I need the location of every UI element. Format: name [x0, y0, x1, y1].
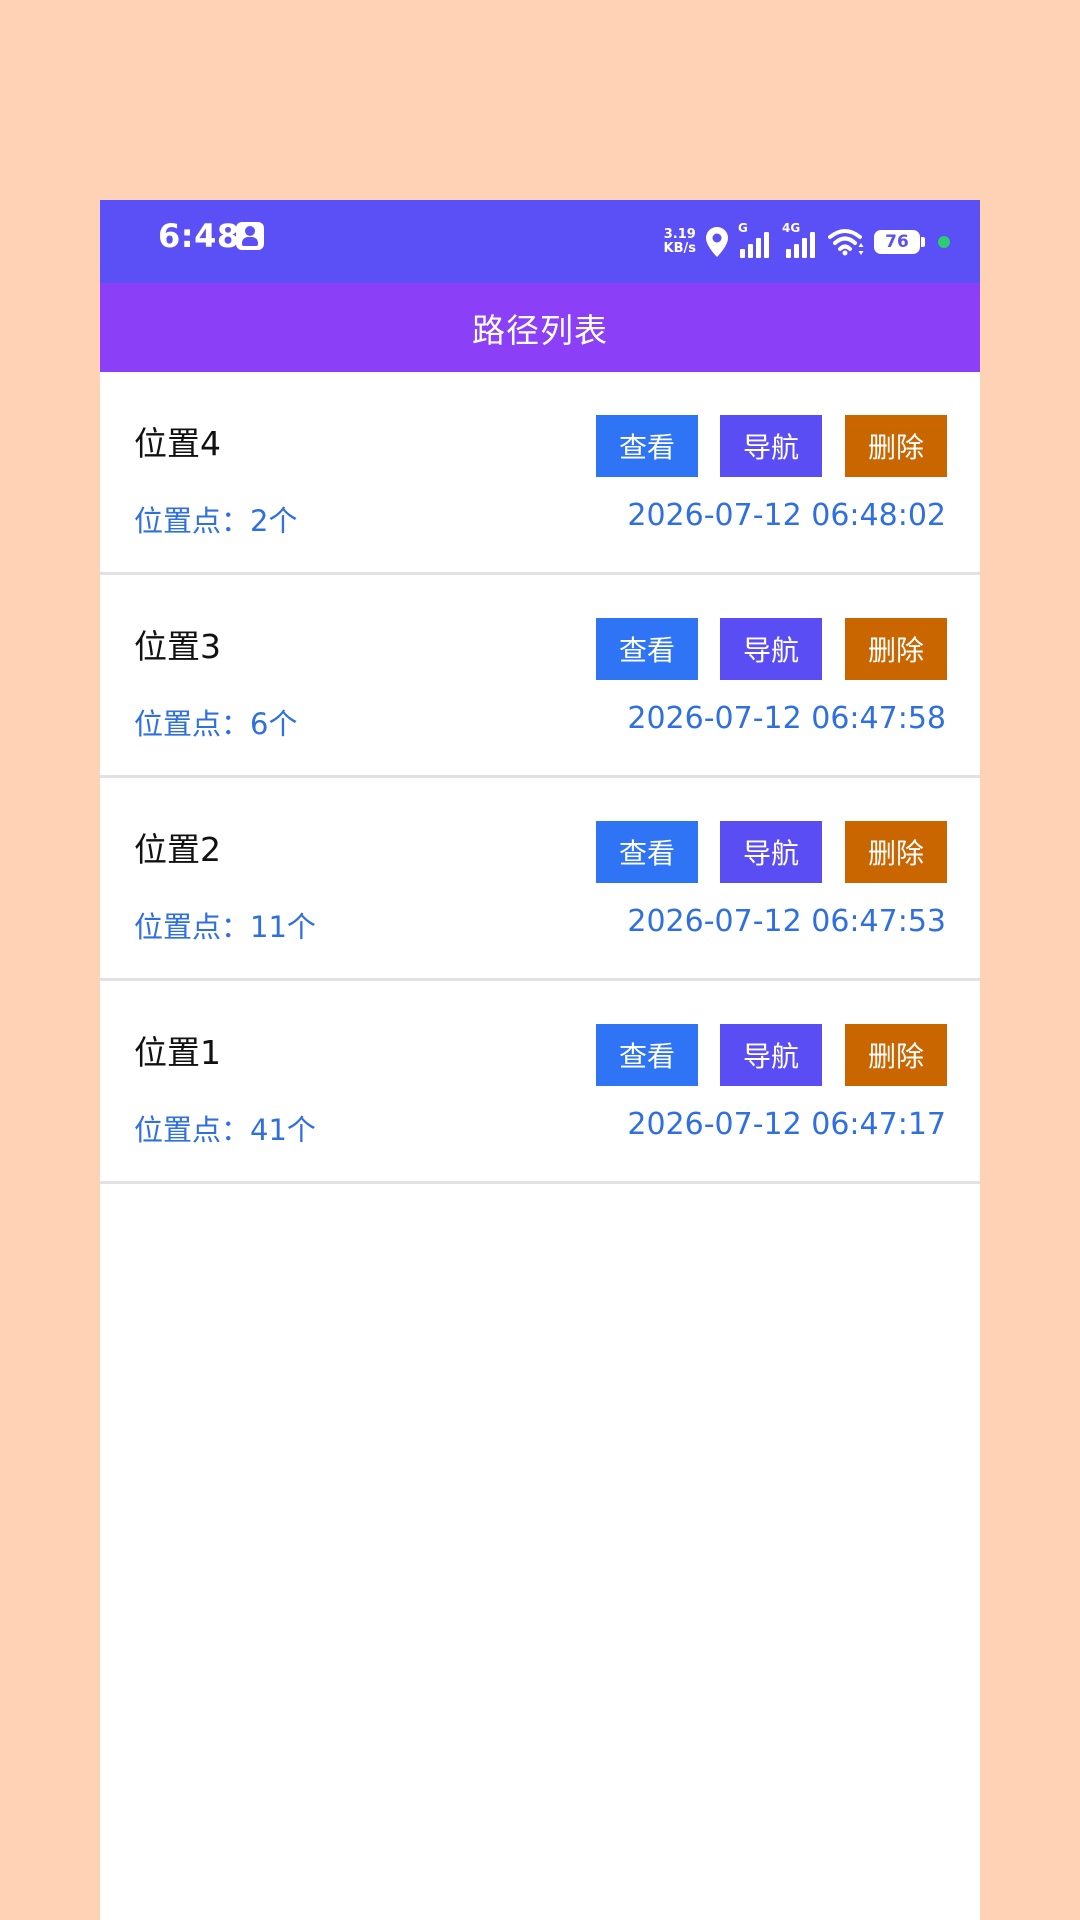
sim1-signal: G — [738, 221, 774, 259]
signal-bars-icon — [786, 232, 815, 258]
network-speed: 3.19 KB/s — [664, 228, 696, 256]
route-name: 位置2 — [134, 830, 221, 869]
route-timestamp: 2026-07-12 06:47:17 — [627, 1107, 946, 1142]
route-name: 位置3 — [134, 627, 221, 666]
sim1-network-type: G — [738, 221, 748, 235]
status-bar: 6:48 3.19 KB/s G 4G 76 — [100, 200, 980, 283]
navigate-button[interactable]: 导航 — [720, 415, 822, 477]
navigate-button[interactable]: 导航 — [720, 618, 822, 680]
view-button[interactable]: 查看 — [596, 415, 698, 477]
app-bar: 路径列表 — [100, 283, 980, 372]
route-item: 位置4 查看 导航 删除 位置点：2个 2026-07-12 06:48:02 — [100, 372, 980, 575]
page-title: 路径列表 — [472, 310, 608, 350]
status-time: 6:48 — [158, 217, 240, 255]
network-speed-value: 3.19 — [663, 227, 696, 242]
route-timestamp: 2026-07-12 06:47:58 — [627, 701, 946, 736]
view-button[interactable]: 查看 — [596, 1024, 698, 1086]
location-icon — [706, 227, 728, 257]
route-point-count: 位置点：2个 — [134, 504, 298, 538]
route-name: 位置1 — [134, 1033, 221, 1072]
delete-button[interactable]: 删除 — [845, 1024, 947, 1086]
wifi-icon — [828, 229, 864, 256]
route-timestamp: 2026-07-12 06:47:53 — [627, 904, 946, 939]
route-item: 位置2 查看 导航 删除 位置点：11个 2026-07-12 06:47:53 — [100, 778, 980, 981]
view-button[interactable]: 查看 — [596, 618, 698, 680]
sim2-network-type: 4G — [782, 221, 801, 235]
status-indicators: 3.19 KB/s G 4G 76 — [664, 218, 950, 266]
delete-button[interactable]: 删除 — [845, 415, 947, 477]
route-timestamp: 2026-07-12 06:48:02 — [627, 498, 946, 533]
sim2-signal: 4G — [782, 221, 820, 259]
phone-screen: 6:48 3.19 KB/s G 4G 76 路径列表 位置4 查看 导航 删除… — [100, 200, 980, 1920]
delete-button[interactable]: 删除 — [845, 618, 947, 680]
route-item: 位置3 查看 导航 删除 位置点：6个 2026-07-12 06:47:58 — [100, 575, 980, 778]
notification-app-icon — [236, 222, 264, 250]
route-point-count: 位置点：11个 — [134, 910, 316, 944]
battery-icon: 76 — [874, 230, 925, 254]
route-point-count: 位置点：41个 — [134, 1113, 316, 1147]
navigate-button[interactable]: 导航 — [720, 1024, 822, 1086]
view-button[interactable]: 查看 — [596, 821, 698, 883]
navigate-button[interactable]: 导航 — [720, 821, 822, 883]
route-name: 位置4 — [134, 424, 221, 463]
delete-button[interactable]: 删除 — [845, 821, 947, 883]
network-speed-unit: KB/s — [663, 241, 696, 256]
route-list: 位置4 查看 导航 删除 位置点：2个 2026-07-12 06:48:02 … — [100, 372, 980, 1184]
privacy-indicator-dot — [938, 236, 950, 248]
signal-bars-icon — [740, 232, 769, 258]
route-point-count: 位置点：6个 — [134, 707, 298, 741]
route-item: 位置1 查看 导航 删除 位置点：41个 2026-07-12 06:47:17 — [100, 981, 980, 1184]
